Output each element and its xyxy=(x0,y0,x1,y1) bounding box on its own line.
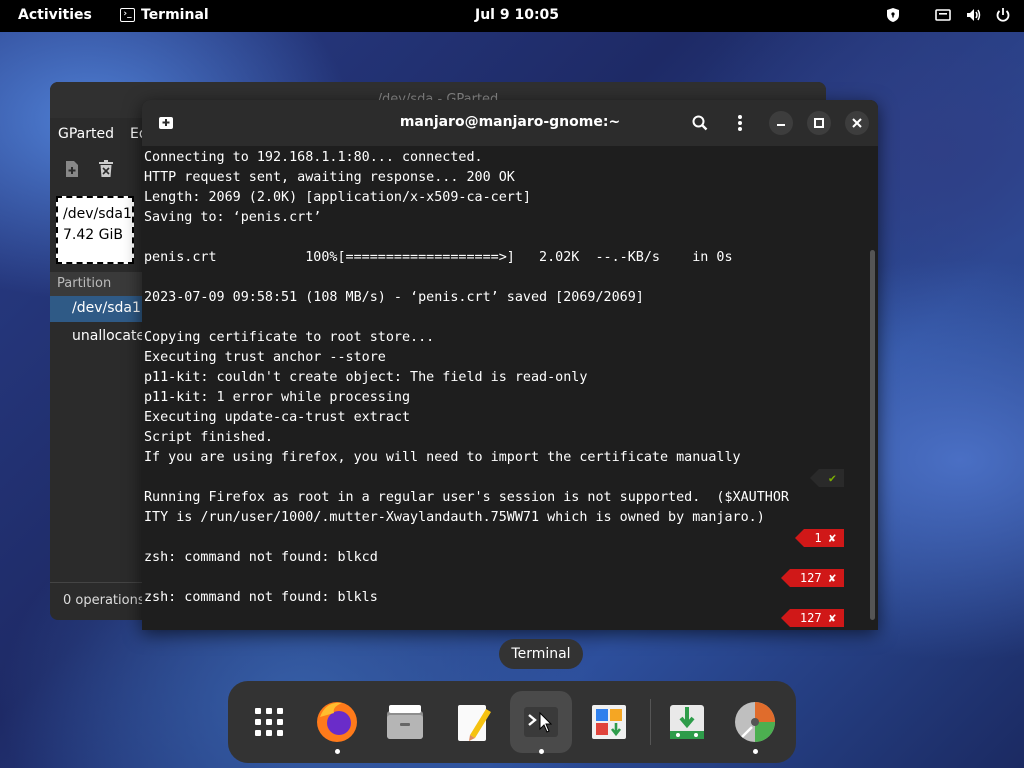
search-icon[interactable] xyxy=(688,111,712,135)
status-error-badge: 1 ✘ xyxy=(795,529,844,547)
output-line: Length: 2069 (2.0K) [application/x-x509-… xyxy=(144,190,531,205)
output-line: penis.crt 100%[===================>] 2.0… xyxy=(144,250,733,265)
maximize-button[interactable] xyxy=(807,111,831,135)
output-line: Script finished. xyxy=(144,430,273,445)
output-line: zsh: command not found: blkcd xyxy=(144,550,378,565)
terminal-output[interactable]: Connecting to 192.168.1.1:80... connecte… xyxy=(144,148,864,630)
output-line: p11-kit: 1 error while processing xyxy=(144,390,411,405)
clock[interactable]: Jul 9 10:05 xyxy=(475,7,559,23)
output-line: Copying certificate to root store... xyxy=(144,330,435,345)
system-tray[interactable] xyxy=(884,6,1012,24)
terminal-title: manjaro@manjaro-gnome:~ xyxy=(399,114,621,130)
menu-gparted[interactable]: GParted xyxy=(58,126,114,142)
output-line: ITY is /run/user/1000/.mutter-Xwaylandau… xyxy=(144,510,765,525)
shield-icon[interactable] xyxy=(884,6,902,24)
scrollbar[interactable] xyxy=(870,250,875,620)
menu-kebab-icon[interactable] xyxy=(728,111,752,135)
display-icon[interactable] xyxy=(934,6,952,24)
dock xyxy=(228,681,796,763)
close-button[interactable] xyxy=(845,111,869,135)
firefox-icon[interactable] xyxy=(306,691,368,754)
terminal-window[interactable]: manjaro@manjaro-gnome:~ Connecting to 19… xyxy=(142,100,878,630)
top-bar: Activities ›_ Terminal Jul 9 10:05 xyxy=(0,0,1024,32)
text-editor-icon[interactable] xyxy=(442,691,504,753)
output-line: Saving to: ‘penis.crt’ xyxy=(144,210,322,225)
output-line: p11-kit: couldn't create object: The fie… xyxy=(144,370,588,385)
running-indicator xyxy=(539,749,544,754)
files-icon[interactable] xyxy=(374,691,436,753)
minimize-button[interactable] xyxy=(769,111,793,135)
power-icon[interactable] xyxy=(994,6,1012,24)
partition-graphic-size: 7.42 GiB xyxy=(63,227,123,243)
new-partition-icon[interactable] xyxy=(64,160,80,178)
prompt-line: ▥ ⌂ ~ blkls 127 ✘ xyxy=(144,568,864,588)
output-line: Connecting to 192.168.1.1:80... connecte… xyxy=(144,150,483,165)
prompt-line[interactable]: ▥ ⌂ ~ 127 ✘ xyxy=(144,608,864,628)
output-line: If you are using firefox, you will need … xyxy=(144,450,741,465)
installer-icon[interactable] xyxy=(656,691,718,753)
running-indicator xyxy=(335,749,340,754)
output-line: Executing trust anchor --store xyxy=(144,350,386,365)
status-ok-badge: ✔ xyxy=(809,469,844,487)
output-line: Executing update-ca-trust extract xyxy=(144,410,411,425)
terminal-titlebar[interactable]: manjaro@manjaro-gnome:~ xyxy=(142,100,878,146)
output-line: 2023-07-09 09:58:51 (108 MB/s) - ‘penis.… xyxy=(144,290,644,305)
gparted-icon[interactable] xyxy=(724,691,786,754)
output-line: HTTP request sent, awaiting response... … xyxy=(144,170,515,185)
volume-icon[interactable] xyxy=(964,6,982,24)
terminal-icon[interactable] xyxy=(510,691,572,754)
dock-tooltip: Terminal xyxy=(499,639,583,669)
activities-button[interactable]: Activities xyxy=(18,7,92,23)
prompt-line: ▥ ⌂ ~ sudo firefox ✔ xyxy=(144,468,864,488)
prompt-line: ▥ ⌂ ~ blkcd 1 ✘ xyxy=(144,528,864,548)
terminal-app-icon: ›_ xyxy=(120,8,135,22)
app-menu[interactable]: ›_ Terminal xyxy=(120,7,209,23)
output-line: Running Firefox as root in a regular use… xyxy=(144,490,789,505)
output-line: zsh: command not found: blkls xyxy=(144,590,378,605)
status-error-badge: 127 ✘ xyxy=(780,569,844,587)
app-menu-label: Terminal xyxy=(141,7,209,23)
software-icon[interactable] xyxy=(578,691,640,753)
status-error-badge: 127 ✘ xyxy=(780,609,844,627)
partition-graphic-name: /dev/sda1 xyxy=(63,206,132,222)
partition-graphic[interactable]: /dev/sda1 7.42 GiB xyxy=(54,194,136,266)
dock-separator xyxy=(650,699,651,745)
running-indicator xyxy=(753,749,758,754)
app-grid-icon[interactable] xyxy=(238,691,300,753)
delete-partition-icon[interactable] xyxy=(98,160,114,178)
